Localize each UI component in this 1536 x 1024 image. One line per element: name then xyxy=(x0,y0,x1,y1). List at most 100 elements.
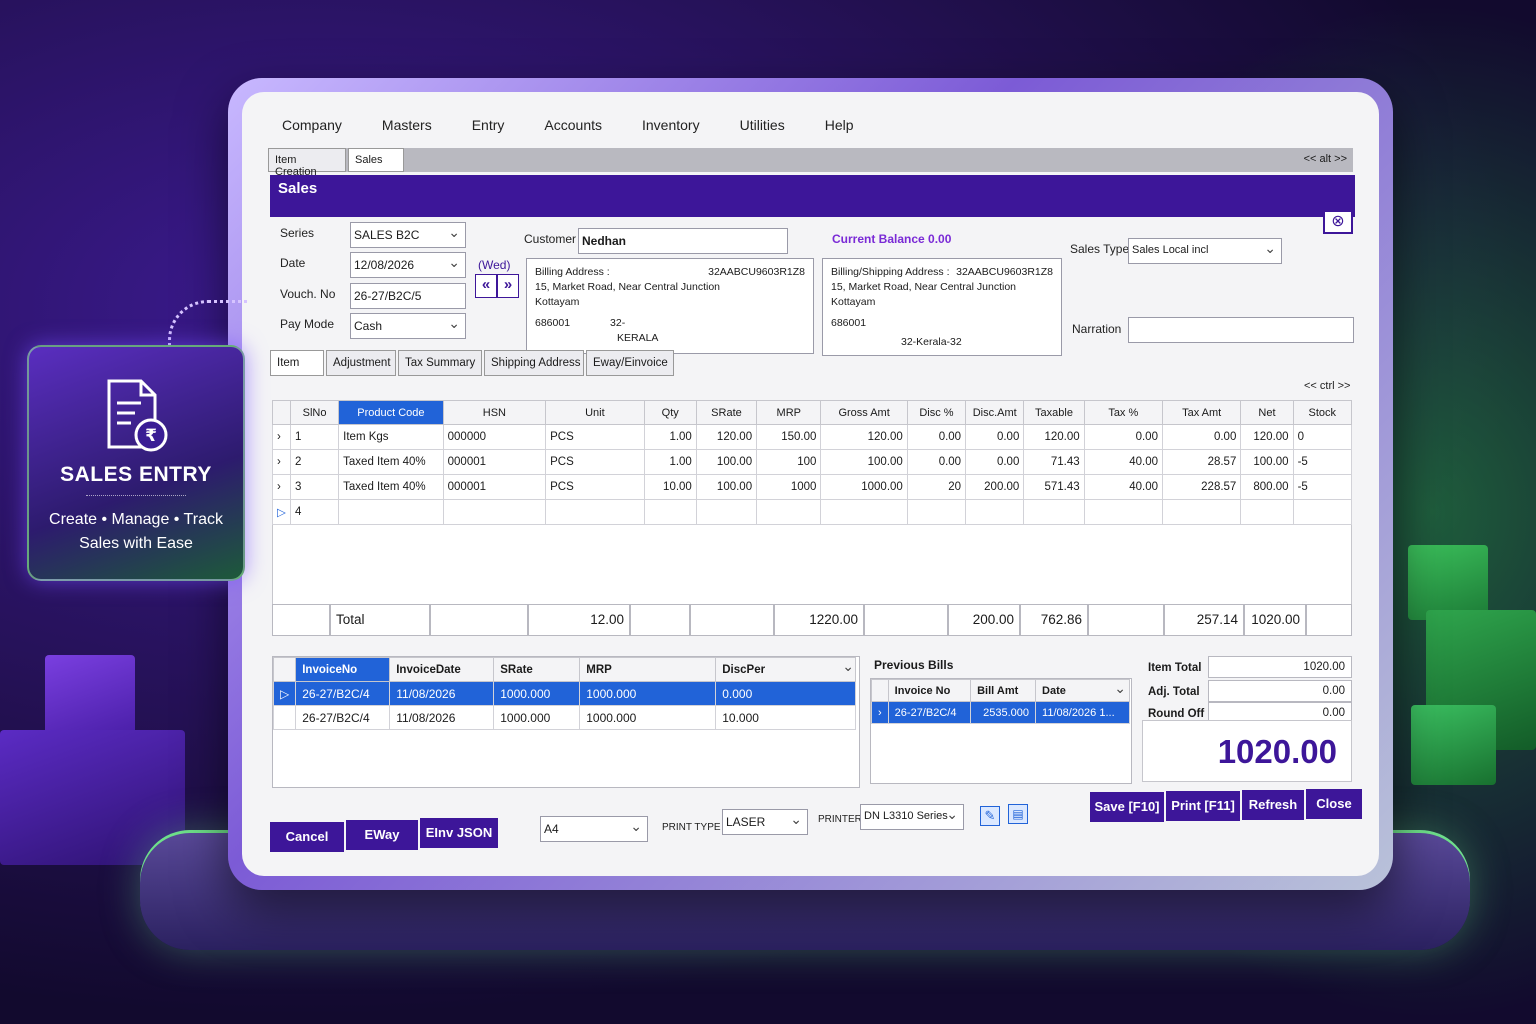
cell-disc-amt[interactable]: 0.00 xyxy=(965,424,1025,450)
refresh-button[interactable]: Refresh xyxy=(1242,790,1304,820)
cell-disc-pct[interactable]: 20 xyxy=(906,474,967,500)
col-taxable[interactable]: Taxable xyxy=(1023,400,1085,425)
cell-net[interactable]: 100.00 xyxy=(1240,449,1294,475)
subtab-shipping-address[interactable]: Shipping Address xyxy=(484,350,584,376)
cell-tax-amt[interactable]: 228.57 xyxy=(1161,474,1242,500)
col-gross-amt[interactable]: Gross Amt xyxy=(820,400,908,425)
cell-stock[interactable]: 0 xyxy=(1292,424,1353,450)
cell-net[interactable]: 120.00 xyxy=(1240,424,1294,450)
col-product-code[interactable]: Product Code xyxy=(338,400,444,425)
cell-mrp[interactable]: 100 xyxy=(756,449,822,475)
cell-disc-pct[interactable]: 0.00 xyxy=(906,449,967,475)
cell-product-code[interactable]: Taxed Item 40% xyxy=(338,449,444,475)
cell-tax-pct[interactable]: 40.00 xyxy=(1083,449,1163,475)
table-row[interactable]: › 1 Item Kgs 000000 PCS 1.00 120.00 150.… xyxy=(272,424,1353,450)
col-slno[interactable]: SlNo xyxy=(289,400,340,425)
printer-select[interactable]: DN L3310 Series xyxy=(860,804,964,830)
save-button[interactable]: Save [F10] xyxy=(1090,792,1164,822)
col-prev-invoice-no[interactable]: Invoice No xyxy=(887,679,972,702)
cell-net[interactable] xyxy=(1240,499,1294,525)
table-row[interactable]: › 2 Taxed Item 40% 000001 PCS 1.00 100.0… xyxy=(272,449,1353,475)
cell-bill-amt[interactable]: 2535.000 xyxy=(970,701,1037,724)
cell-srate[interactable] xyxy=(695,499,758,525)
cell-taxable[interactable]: 71.43 xyxy=(1023,449,1085,475)
cell-gross-amt[interactable]: 100.00 xyxy=(820,449,908,475)
cell-unit[interactable]: PCS xyxy=(545,449,645,475)
cell-disc-pct[interactable]: 0.00 xyxy=(906,424,967,450)
col-invoice-no[interactable]: InvoiceNo xyxy=(295,657,391,682)
col-stock[interactable]: Stock xyxy=(1292,400,1353,425)
subtab-adjustment[interactable]: Adjustment xyxy=(326,350,396,376)
cell-slno[interactable]: 4 xyxy=(289,499,340,525)
table-row[interactable]: › 26-27/B2C/4 2535.000 11/08/2026 1... xyxy=(871,701,1131,724)
cell-qty[interactable] xyxy=(643,499,697,525)
cell-invoice-no[interactable]: 26-27/B2C/4 xyxy=(295,681,391,706)
alt-nav[interactable]: << alt >> xyxy=(1304,153,1347,165)
menu-masters[interactable]: Masters xyxy=(382,117,432,133)
paper-size-select[interactable]: A4 xyxy=(540,816,648,842)
col-invoice-date[interactable]: InvoiceDate xyxy=(389,657,495,682)
cell-history-mrp[interactable]: 1000.000 xyxy=(579,705,717,730)
cell-invoice-date[interactable]: 11/08/2026 xyxy=(389,681,495,706)
col-disc-amt[interactable]: Disc.Amt xyxy=(965,400,1025,425)
table-row[interactable]: ▷ 4 xyxy=(272,499,1353,525)
cell-tax-pct[interactable]: 40.00 xyxy=(1083,474,1163,500)
cell-mrp[interactable]: 150.00 xyxy=(756,424,822,450)
cell-history-mrp[interactable]: 1000.000 xyxy=(579,681,717,706)
cell-prev-date[interactable]: 11/08/2026 1... xyxy=(1035,701,1131,724)
einv-json-button[interactable]: EInv JSON xyxy=(420,818,498,848)
customer-field[interactable]: Nedhan xyxy=(578,228,788,254)
prev-voucher-button[interactable]: « xyxy=(475,274,497,298)
next-voucher-button[interactable]: » xyxy=(497,274,519,298)
col-tax-amt[interactable]: Tax Amt xyxy=(1161,400,1242,425)
table-row[interactable]: ▷ 26-27/B2C/4 11/08/2026 1000.000 1000.0… xyxy=(272,681,859,706)
cell-hsn[interactable]: 000000 xyxy=(442,424,547,450)
cell-stock[interactable] xyxy=(1292,499,1353,525)
cell-slno[interactable]: 2 xyxy=(289,449,340,475)
cell-product-code[interactable]: Item Kgs xyxy=(338,424,444,450)
cell-invoice-date[interactable]: 11/08/2026 xyxy=(389,705,495,730)
preview-icon[interactable]: ▤ xyxy=(1008,804,1028,824)
cell-product-code[interactable]: Taxed Item 40% xyxy=(338,474,444,500)
cell-unit[interactable] xyxy=(545,499,645,525)
cell-tax-pct[interactable]: 0.00 xyxy=(1083,424,1163,450)
narration-field[interactable] xyxy=(1128,317,1354,343)
cell-slno[interactable]: 3 xyxy=(289,474,340,500)
cell-tax-amt[interactable] xyxy=(1161,499,1242,525)
cell-stock[interactable]: -5 xyxy=(1292,474,1353,500)
cell-taxable[interactable]: 120.00 xyxy=(1023,424,1085,450)
sales-type-select[interactable]: Sales Local incl xyxy=(1128,238,1282,264)
cell-gross-amt[interactable]: 1000.00 xyxy=(820,474,908,500)
cell-slno[interactable]: 1 xyxy=(289,424,340,450)
table-row[interactable]: 26-27/B2C/4 11/08/2026 1000.000 1000.000… xyxy=(272,705,859,730)
cell-tax-amt[interactable]: 28.57 xyxy=(1161,449,1242,475)
subtab-tax-summary[interactable]: Tax Summary xyxy=(398,350,482,376)
series-select[interactable]: SALES B2C xyxy=(350,222,466,248)
cell-disc-per[interactable]: 10.000 xyxy=(715,705,857,730)
cell-srate[interactable]: 100.00 xyxy=(695,474,758,500)
cell-product-code[interactable] xyxy=(338,499,444,525)
cell-gross-amt[interactable] xyxy=(820,499,908,525)
cell-mrp[interactable] xyxy=(756,499,822,525)
eway-button[interactable]: EWay xyxy=(346,820,418,850)
menu-company[interactable]: Company xyxy=(282,117,342,133)
cell-history-srate[interactable]: 1000.000 xyxy=(493,681,581,706)
close-button[interactable]: Close xyxy=(1306,789,1362,819)
cell-gross-amt[interactable]: 120.00 xyxy=(820,424,908,450)
cancel-button[interactable]: Cancel xyxy=(270,822,344,852)
cell-disc-amt[interactable]: 200.00 xyxy=(965,474,1025,500)
menu-accounts[interactable]: Accounts xyxy=(544,117,602,133)
ctrl-nav[interactable]: << ctrl >> xyxy=(1304,380,1350,392)
col-hsn[interactable]: HSN xyxy=(442,400,547,425)
cell-net[interactable]: 800.00 xyxy=(1240,474,1294,500)
col-bill-amt[interactable]: Bill Amt xyxy=(970,679,1037,702)
cell-unit[interactable]: PCS xyxy=(545,424,645,450)
date-picker[interactable]: 12/08/2026 xyxy=(350,252,466,278)
paymode-select[interactable]: Cash xyxy=(350,313,466,339)
col-unit[interactable]: Unit xyxy=(545,400,645,425)
col-mrp[interactable]: MRP xyxy=(756,400,822,425)
print-type-select[interactable]: LASER xyxy=(722,809,808,835)
cell-invoice-no[interactable]: 26-27/B2C/4 xyxy=(295,705,391,730)
cell-history-srate[interactable]: 1000.000 xyxy=(493,705,581,730)
menu-utilities[interactable]: Utilities xyxy=(740,117,785,133)
